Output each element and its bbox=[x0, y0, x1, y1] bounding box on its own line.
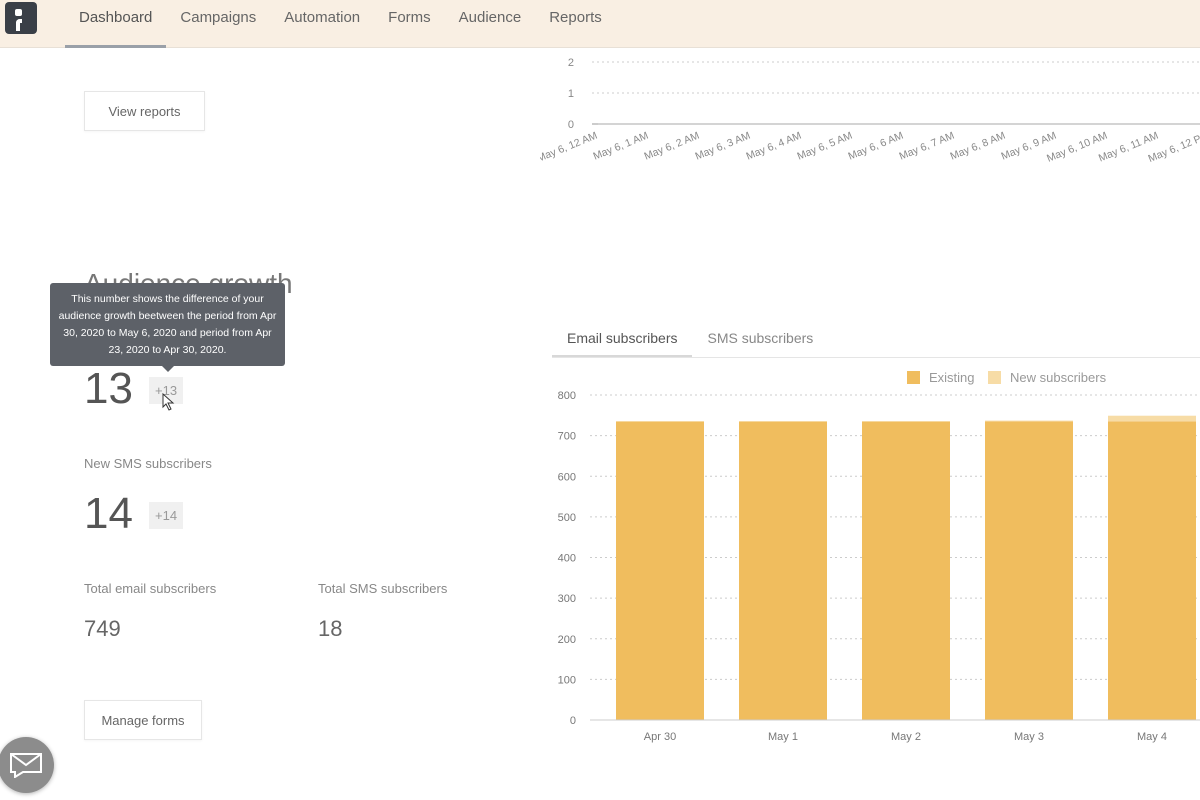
top-nav-bar: Dashboard Campaigns Automation Forms Aud… bbox=[0, 0, 1200, 48]
nav-automation[interactable]: Automation bbox=[270, 0, 374, 48]
total-sms-label: Total SMS subscribers bbox=[318, 581, 448, 596]
nav-campaigns[interactable]: Campaigns bbox=[166, 0, 270, 48]
nav-dashboard[interactable]: Dashboard bbox=[65, 0, 167, 48]
bar-new-subscribers bbox=[1108, 415, 1196, 422]
nav-audience[interactable]: Audience bbox=[445, 0, 536, 48]
bar-new-subscribers bbox=[985, 420, 1073, 422]
bar-existing bbox=[985, 421, 1073, 720]
bar-existing bbox=[1108, 421, 1196, 720]
x-tick-label: May 6, 6 AM bbox=[847, 130, 906, 163]
subscribers-bar-chart: Existing New subscribers 0 100 200 300 400 500 6… bbox=[558, 370, 1200, 743]
new-sms-label: New SMS subscribers bbox=[84, 456, 212, 471]
view-reports-button[interactable]: View reports bbox=[84, 91, 205, 131]
new-sms-delta-badge[interactable]: +14 bbox=[149, 502, 184, 529]
legend-swatch-existing bbox=[907, 371, 920, 384]
x-tick-label: May 6, 12 AM bbox=[540, 130, 599, 165]
mouse-cursor-icon bbox=[162, 393, 175, 411]
y-tick-label: 500 bbox=[558, 512, 576, 524]
new-email-value: 13 bbox=[84, 364, 133, 413]
new-sms-value: 14 bbox=[84, 489, 133, 538]
y-tick-label: 100 bbox=[558, 674, 576, 686]
x-tick-label: May 3 bbox=[1014, 731, 1044, 743]
legend-swatch-new bbox=[988, 371, 1001, 384]
x-tick-label: May 6, 2 AM bbox=[643, 130, 702, 163]
y-tick-label: 800 bbox=[558, 390, 576, 402]
x-tick-label: May 6, 7 AM bbox=[898, 130, 957, 163]
bar-existing bbox=[739, 421, 827, 720]
y-tick-label: 400 bbox=[558, 553, 576, 565]
manage-forms-button[interactable]: Manage forms bbox=[84, 700, 202, 740]
legend-label: Existing bbox=[929, 370, 975, 385]
y-tick-label: 200 bbox=[558, 634, 576, 646]
bar-existing bbox=[616, 421, 704, 720]
bar-existing bbox=[862, 421, 950, 720]
main-nav: Dashboard Campaigns Automation Forms Aud… bbox=[65, 0, 616, 48]
total-email-label: Total email subscribers bbox=[84, 581, 217, 596]
x-tick-label: May 2 bbox=[891, 731, 921, 743]
x-tick-label: May 4 bbox=[1137, 731, 1167, 743]
app-logo[interactable] bbox=[5, 2, 37, 34]
y-tick-label: 700 bbox=[558, 431, 576, 443]
total-sms-value: 18 bbox=[318, 616, 343, 641]
tab-email-subscribers[interactable]: Email subscribers bbox=[552, 322, 693, 357]
nav-reports[interactable]: Reports bbox=[535, 0, 616, 48]
x-tick-label: May 6, 8 AM bbox=[949, 130, 1008, 163]
tab-sms-subscribers[interactable]: SMS subscribers bbox=[692, 322, 828, 357]
x-tick-label: May 6, 1 AM bbox=[592, 130, 651, 163]
y-tick-label: 2 bbox=[568, 57, 574, 69]
tooltip: This number shows the difference of your… bbox=[50, 283, 285, 372]
x-tick-label: May 6, 3 AM bbox=[694, 130, 753, 163]
y-tick-label: 0 bbox=[570, 715, 576, 727]
hourly-line-chart: 012May 6, 12 AMMay 6, 1 AMMay 6, 2 AMMay… bbox=[540, 57, 1200, 165]
nav-forms[interactable]: Forms bbox=[374, 0, 445, 48]
x-tick-label: Apr 30 bbox=[644, 731, 676, 743]
y-tick-label: 600 bbox=[558, 471, 576, 483]
y-tick-label: 0 bbox=[568, 119, 574, 131]
x-tick-label: May 1 bbox=[768, 731, 798, 743]
legend-label: New subscribers bbox=[1010, 370, 1107, 385]
x-tick-label: May 6, 4 AM bbox=[745, 130, 804, 163]
chat-button[interactable] bbox=[0, 737, 54, 793]
envelope-icon bbox=[10, 753, 42, 778]
x-tick-label: May 6, 5 AM bbox=[796, 130, 855, 163]
y-tick-label: 1 bbox=[568, 88, 574, 100]
total-email-value: 749 bbox=[84, 616, 121, 641]
y-tick-label: 300 bbox=[558, 593, 576, 605]
subscriber-tabs: Email subscribers SMS subscribers bbox=[552, 322, 1200, 358]
